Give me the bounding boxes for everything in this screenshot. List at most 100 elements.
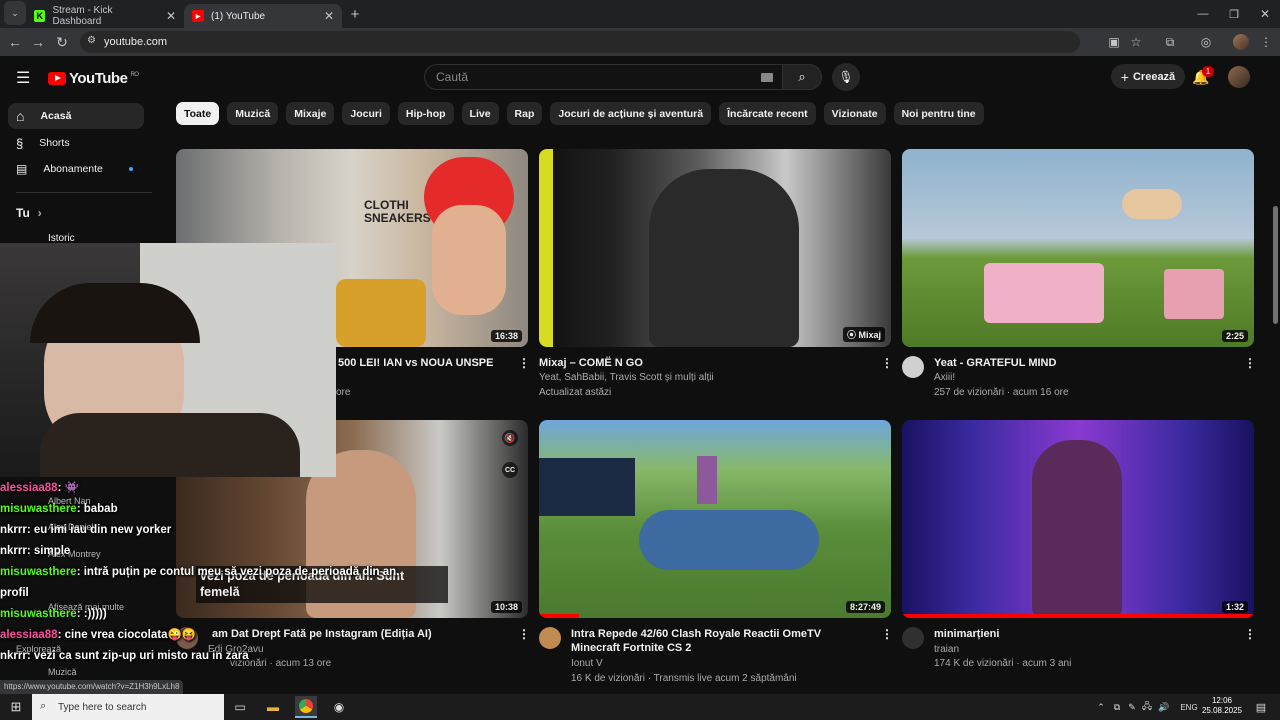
cast-icon[interactable]: ▣: [1104, 32, 1124, 52]
close-window-button[interactable]: ✕: [1252, 1, 1278, 27]
taskbar-clock[interactable]: 12:06 25.08.2025: [1200, 696, 1244, 716]
chip-jocuri[interactable]: Jocuri: [342, 102, 390, 125]
mute-icon[interactable]: 🔇: [502, 430, 518, 446]
filter-chips-bar: Toate Muzică Mixaje Jocuri Hip-hop Live …: [176, 102, 984, 125]
sidebar-item-subscriptions[interactable]: ▤ Abonamente: [8, 156, 144, 182]
extensions-icon[interactable]: ⧉: [1160, 32, 1180, 52]
video-channel[interactable]: Axiii!: [934, 370, 955, 385]
chip-incarcate-recent[interactable]: Încărcate recent: [719, 102, 816, 125]
address-bar[interactable]: ⚙ youtube.com: [80, 31, 1080, 53]
video-options-icon[interactable]: ⋮: [1244, 627, 1256, 641]
you-label: Tu: [16, 206, 30, 220]
video-channel[interactable]: Yeat, SahBabii, Travis Scott și mulți al…: [539, 370, 869, 385]
youtube-logo[interactable]: YouTube RO: [48, 70, 139, 87]
chat-message: misuwasthere: intră puțin pe contul meu …: [0, 562, 399, 583]
file-explorer-icon[interactable]: ▬: [262, 696, 284, 718]
video-channel[interactable]: traian: [934, 642, 959, 657]
youtube-icon: ▶: [192, 10, 204, 22]
new-tab-button[interactable]: +: [342, 1, 368, 27]
search-button[interactable]: ⌕: [782, 64, 822, 90]
video-title[interactable]: 500 LEI! IAN vs NOUA UNSPE: [338, 356, 508, 370]
video-duration: 2:25: [1221, 330, 1248, 342]
browser-menu-icon[interactable]: ⋮: [1256, 32, 1276, 52]
video-title[interactable]: minimarțieni: [934, 627, 1234, 641]
bookmark-star-icon[interactable]: ☆: [1126, 32, 1146, 52]
chip-rap[interactable]: Rap: [506, 102, 543, 125]
sidebar-item-home[interactable]: ⌂ Acasă: [8, 103, 144, 129]
notification-center-icon[interactable]: ▤: [1250, 696, 1272, 718]
close-tab-icon[interactable]: ✕: [166, 9, 176, 23]
shorts-icon: §: [16, 135, 24, 151]
keyboard-icon[interactable]: [761, 73, 773, 82]
windows-start-icon[interactable]: ⊞: [5, 696, 27, 718]
reload-icon[interactable]: ↻: [49, 29, 75, 55]
video-title[interactable]: Yeat - GRATEFUL MIND: [934, 356, 1234, 370]
chip-toate[interactable]: Toate: [176, 102, 220, 125]
sidebar-item-shorts[interactable]: § Shorts: [8, 130, 144, 156]
video-thumbnail[interactable]: 1:32: [902, 420, 1254, 618]
mix-label: Mixaj: [858, 330, 881, 340]
search-input[interactable]: Caută: [424, 64, 790, 90]
close-tab-icon[interactable]: ✕: [324, 9, 334, 23]
chip-noi-pentru-tine[interactable]: Noi pentru tine: [893, 102, 984, 125]
thumbnail-mushroom-cloud: [1122, 189, 1182, 219]
chip-live[interactable]: Live: [461, 102, 499, 125]
video-title[interactable]: Intra Repede 42/60 Clash Royale Reactii …: [571, 627, 861, 655]
video-meta: ore: [336, 387, 351, 398]
obs-icon[interactable]: ◉: [328, 696, 350, 718]
channel-avatar[interactable]: [539, 627, 561, 649]
site-info-icon[interactable]: ⚙: [87, 35, 96, 46]
chip-vizionate[interactable]: Vizionate: [823, 102, 886, 125]
channel-avatar[interactable]: [902, 627, 924, 649]
thumbnail-figure: [432, 205, 506, 315]
video-duration: 8:27:49: [845, 601, 885, 613]
language-indicator[interactable]: ENG: [1176, 696, 1202, 718]
subscriptions-icon: ▤: [16, 162, 28, 176]
create-button[interactable]: + Creează: [1111, 64, 1185, 89]
windows-taskbar: ⊞ ⌕ Type here to search ▭ ▬ ◉ ⌃ ⧉ ✎ 🖧 🔊 …: [0, 694, 1280, 720]
captions-icon[interactable]: CC: [502, 462, 518, 478]
account-avatar[interactable]: [1228, 66, 1250, 88]
taskbar-search-placeholder: Type here to search: [58, 701, 147, 713]
video-thumbnail[interactable]: 2:25: [902, 149, 1254, 347]
channel-avatar[interactable]: [902, 356, 924, 378]
minimize-button[interactable]: —: [1190, 1, 1216, 27]
tab-kick-dashboard[interactable]: K Stream - Kick Dashboard ✕: [26, 4, 184, 28]
watch-progress-bar: [902, 614, 1254, 618]
video-title[interactable]: Mixaj – COMË N GO: [539, 356, 869, 370]
streamer-hoodie: [40, 413, 300, 477]
new-content-dot: [129, 167, 133, 171]
chip-mixaje[interactable]: Mixaje: [286, 102, 335, 125]
video-thumbnail[interactable]: ⦿ Mixaj: [539, 149, 891, 347]
forward-arrow-icon[interactable]: →: [25, 29, 51, 55]
sidebar-you-section[interactable]: Tu ›: [16, 206, 42, 220]
thumbnail-stripe: [539, 149, 553, 347]
kick-icon: K: [34, 10, 46, 22]
video-options-icon[interactable]: ⋮: [518, 627, 530, 641]
tab-search-button[interactable]: ⌄: [4, 1, 26, 25]
video-options-icon[interactable]: ⋮: [1244, 356, 1256, 370]
chip-hip-hop[interactable]: Hip-hop: [397, 102, 454, 125]
video-meta: 174 K de vizionări · acum 3 ani: [934, 658, 1072, 669]
video-channel[interactable]: Ionut V: [571, 656, 603, 671]
video-thumbnail[interactable]: 8:27:49: [539, 420, 891, 618]
taskbar-search-input[interactable]: ⌕ Type here to search: [32, 694, 224, 720]
task-view-icon[interactable]: ▭: [229, 696, 251, 718]
voice-search-button[interactable]: 🎙: [832, 63, 860, 91]
video-options-icon[interactable]: ⋮: [881, 627, 893, 641]
video-options-icon[interactable]: ⋮: [881, 356, 893, 370]
hamburger-menu-icon[interactable]: ☰: [16, 68, 30, 88]
chrome-icon[interactable]: [295, 696, 317, 718]
browser-profile-avatar[interactable]: [1233, 34, 1249, 50]
tab-youtube[interactable]: ▶ (1) YouTube ✕: [184, 4, 342, 28]
sidebar-show-more-ghost: Afișează mai multe: [48, 602, 125, 612]
chip-jocuri-actiune[interactable]: Jocuri de acțiune și aventură: [550, 102, 712, 125]
video-options-icon[interactable]: ⋮: [518, 356, 530, 370]
tab-title: (1) YouTube: [211, 10, 266, 22]
chip-muzica[interactable]: Muzică: [227, 102, 279, 125]
restore-button[interactable]: ❐: [1221, 1, 1247, 27]
page-scrollbar[interactable]: [1273, 206, 1278, 324]
sidebar-item-label: Abonamente: [43, 163, 103, 175]
volume-icon[interactable]: 🔊: [1153, 696, 1175, 718]
profile-sync-icon[interactable]: ◎: [1196, 32, 1216, 52]
